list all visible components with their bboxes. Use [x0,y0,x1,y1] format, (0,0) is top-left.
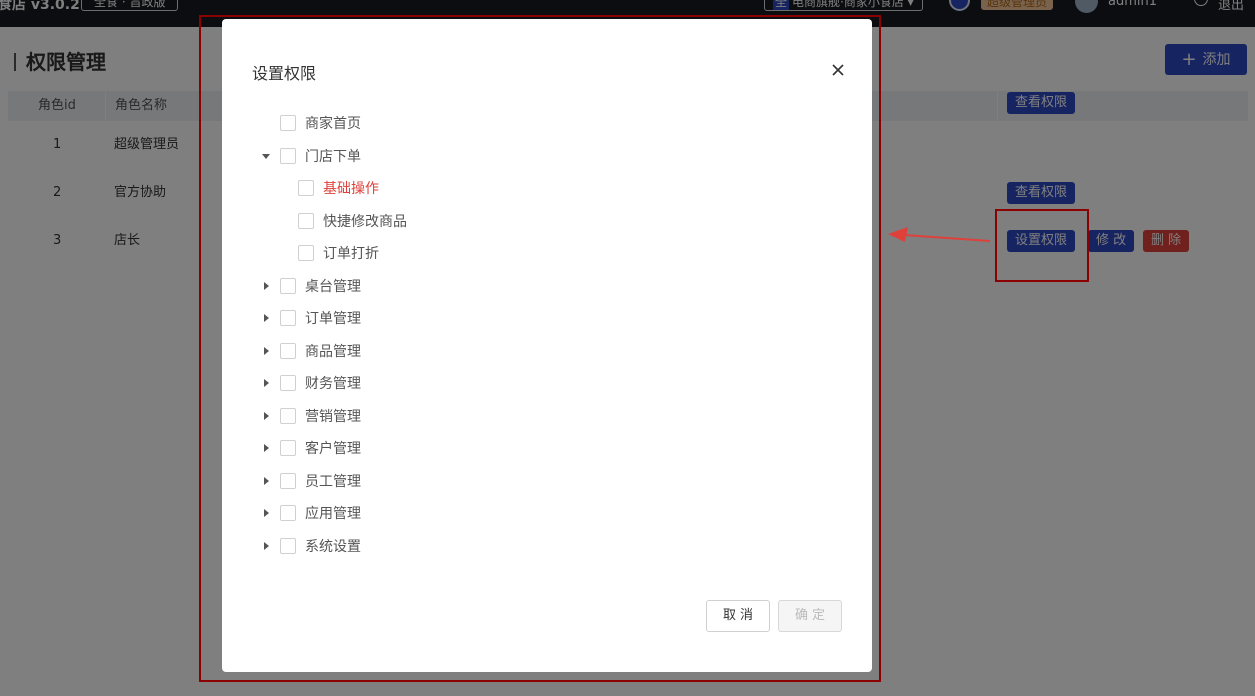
tree-checkbox[interactable] [280,342,296,359]
tree-node-label: 基础操作 [323,181,379,197]
tree-checkbox[interactable] [280,440,296,456]
permission-dialog: 设置权限 商家首页门店下单基础操作快捷修改商品 订单打折桌台管理订单管理商品管理财… [222,19,872,672]
tree-checkbox[interactable] [280,537,296,554]
confirm-button[interactable]: 确定 [778,600,842,632]
annotation-arrow-icon [888,227,991,242]
tree-node-label: 员工管理 [305,473,361,490]
tree-node[interactable]: 商品管理 [260,335,361,367]
tree-node-label: 应用管理 [305,506,361,522]
caret-right-icon[interactable] [260,475,272,487]
tree-checkbox[interactable] [280,310,296,326]
tree-checkbox[interactable] [280,115,296,131]
tree-node-label: 桌台管理 [305,278,361,295]
tree-checkbox[interactable] [298,180,314,196]
tree-node-label: 营销管理 [305,408,361,425]
tree-node-label: 商家首页 [305,116,361,132]
tree-node-label: 财务管理 [305,376,361,392]
caret-right-icon[interactable] [260,442,272,454]
caret-right-icon[interactable] [260,280,272,292]
tree-checkbox[interactable] [280,505,296,521]
tree-node[interactable]: 桌台管理 [260,270,361,302]
caret-right-icon[interactable] [260,312,272,324]
tree-checkbox[interactable] [280,375,296,391]
tree-node-label: 系统设置 [305,538,361,555]
tree-node-label: 门店下单 [305,148,361,165]
tree-checkbox[interactable] [280,147,296,164]
tree-node[interactable]: 基础操作 [278,172,379,204]
caret-right-icon[interactable] [260,410,272,422]
tree-node[interactable]: 订单管理 [260,302,361,334]
tree-node[interactable]: 财务管理 [260,367,361,399]
caret-right-icon[interactable] [260,540,272,552]
tree-node-label: 订单管理 [305,311,361,327]
tree-node[interactable]: 员工管理 [260,465,361,497]
cancel-button[interactable]: 取消 [706,600,770,632]
close-icon[interactable] [830,62,846,78]
tree-checkbox[interactable] [280,472,296,489]
tree-node-label: 客户管理 [305,441,361,457]
tree-node-label: 商品管理 [305,343,361,360]
tree-checkbox[interactable] [298,212,314,229]
tree-node[interactable]: 应用管理 [260,497,361,529]
tree-checkbox[interactable] [280,277,296,294]
tree-node[interactable]: 商家首页 [260,107,361,139]
caret-right-icon[interactable] [260,377,272,389]
tree-node[interactable]: 快捷修改商品 [278,205,407,237]
tree-checkbox[interactable] [298,245,314,261]
tree-node-label: 快捷修改商品 [323,213,407,230]
tree-checkbox[interactable] [280,407,296,424]
annotation-box-button [995,209,1089,282]
caret-right-icon[interactable] [260,507,272,519]
caret-right-icon[interactable] [260,345,272,357]
dialog-title: 设置权限 [252,64,317,83]
tree-node[interactable]: 客户管理 [260,432,361,464]
tree-node[interactable]: 订单打折 [278,237,379,269]
tree-node[interactable]: 系统设置 [260,530,361,562]
tree-node[interactable]: 营销管理 [260,400,361,432]
caret-down-icon[interactable] [260,150,272,162]
tree-node-label: 订单打折 [323,246,379,262]
tree-node[interactable]: 门店下单 [260,140,361,172]
